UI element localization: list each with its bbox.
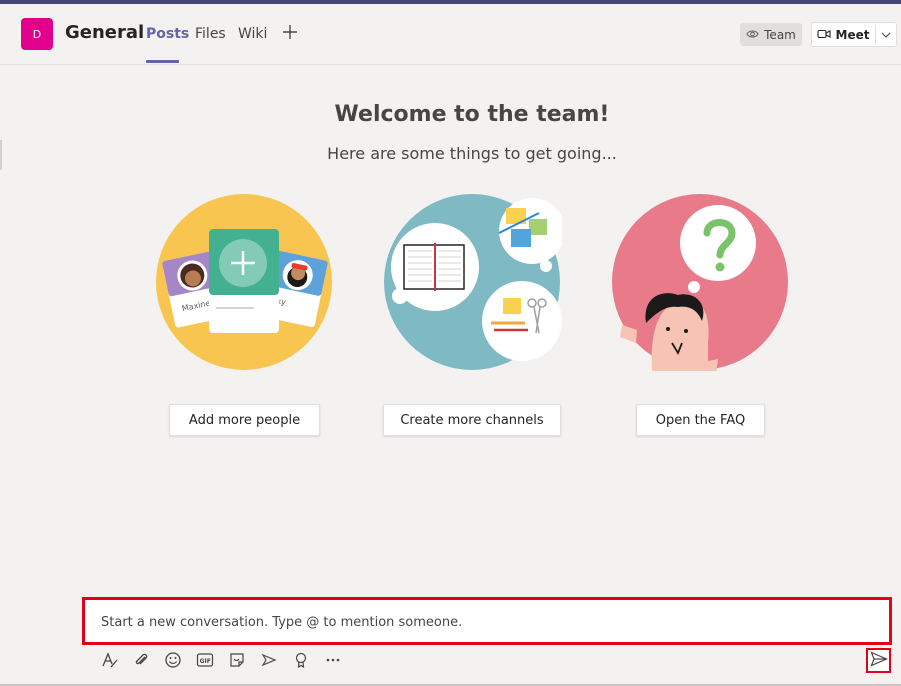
meet-now-icon[interactable]	[259, 650, 279, 670]
team-button-label: Team	[764, 27, 796, 42]
tab-files[interactable]: Files	[195, 26, 226, 42]
add-more-people-button[interactable]: Add more people	[169, 404, 320, 436]
create-channels-illustration	[384, 193, 565, 371]
channel-title: General	[65, 22, 145, 43]
create-more-channels-button[interactable]: Create more channels	[383, 404, 561, 436]
meet-button-group: Meet	[811, 22, 897, 47]
gif-icon[interactable]: GIF	[195, 650, 215, 670]
welcome-title: Welcome to the team!	[334, 102, 610, 127]
new-conversation-box[interactable]: Start a new conversation. Type @ to ment…	[82, 597, 892, 645]
format-icon[interactable]	[99, 650, 119, 670]
meet-button-label: Meet	[835, 27, 870, 42]
video-camera-icon	[816, 28, 831, 42]
svg-text:GIF: GIF	[200, 658, 211, 665]
emoji-icon[interactable]	[163, 650, 183, 670]
active-tab-indicator	[146, 60, 179, 63]
welcome-subtitle: Here are some things to get going...	[327, 144, 617, 163]
tab-posts[interactable]: Posts	[146, 26, 189, 42]
team-button[interactable]: Team	[740, 23, 802, 46]
tab-wiki[interactable]: Wiki	[238, 26, 267, 42]
send-icon	[869, 650, 888, 671]
team-avatar[interactable]: D	[21, 18, 53, 50]
more-icon[interactable]	[323, 650, 343, 670]
compose-placeholder: Start a new conversation. Type @ to ment…	[101, 615, 463, 630]
add-tab-plus-icon[interactable]	[280, 22, 300, 42]
faq-illustration	[612, 193, 790, 375]
praise-icon[interactable]	[291, 650, 311, 670]
meet-button[interactable]: Meet	[812, 23, 874, 46]
channel-header: D General Posts Files Wiki Team Meet	[0, 4, 901, 65]
open-faq-button[interactable]: Open the FAQ	[636, 404, 765, 436]
eye-icon	[746, 28, 759, 42]
sticker-icon[interactable]	[227, 650, 247, 670]
add-people-illustration: Maxine ky	[156, 193, 334, 371]
attach-icon[interactable]	[131, 650, 151, 670]
send-button[interactable]	[866, 648, 891, 673]
chevron-down-icon[interactable]	[876, 23, 896, 46]
